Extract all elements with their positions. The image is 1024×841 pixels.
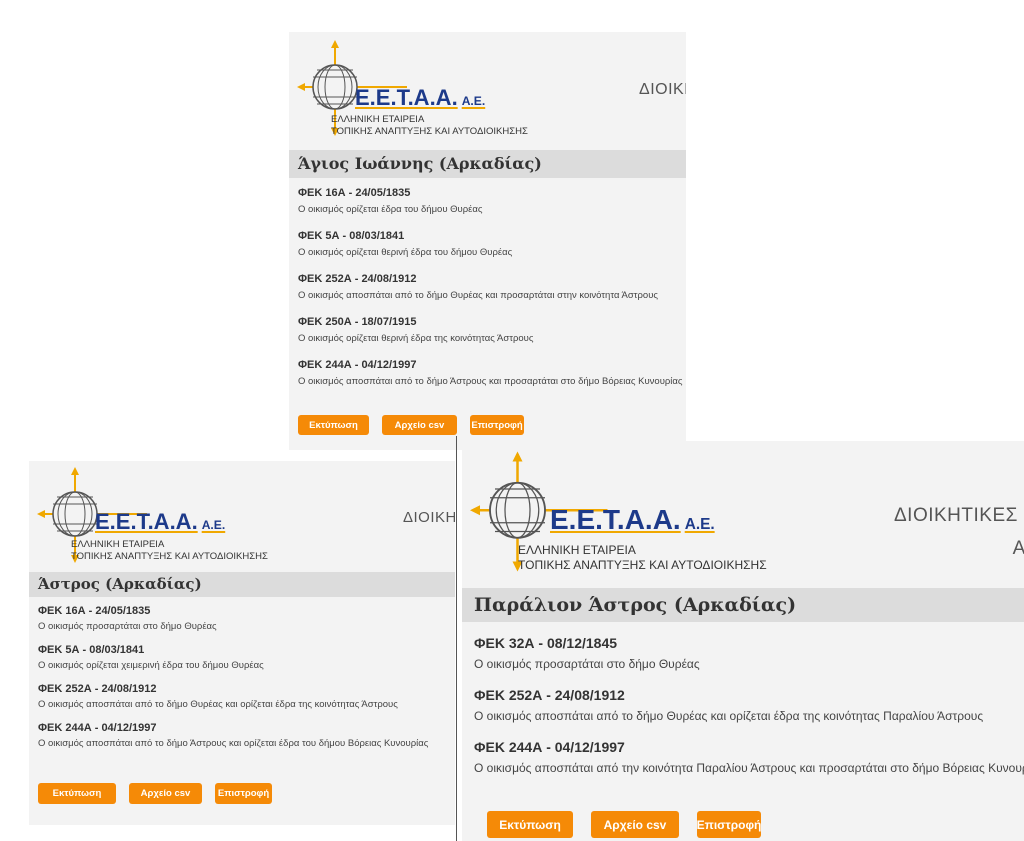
list-item: ΦΕΚ 252Α - 24/08/1912 Ο οικισμός αποσπάτ…	[474, 686, 1024, 724]
entry-description: Ο οικισμός ορίζεται θερινή έδρα της κοιν…	[298, 333, 534, 344]
entry-title: ΦΕΚ 16Α - 24/05/1835	[38, 605, 151, 617]
entry-description: Ο οικισμός προσαρτάται στο δήμο Θυρέας	[474, 657, 700, 671]
entry-list: ΦΕΚ 16Α - 24/05/1835 Ο οικισμός προσαρτά…	[29, 604, 455, 760]
place-title: Άγιος Ιωάννης (Αρκαδίας)	[289, 150, 686, 178]
entry-title: ΦΕΚ 244Α - 04/12/1997	[474, 739, 625, 755]
entry-description: Ο οικισμός προσαρτάται στο δήμο Θυρέας	[38, 621, 217, 632]
list-item: ΦΕΚ 32Α - 08/12/1845 Ο οικισμός προσαρτά…	[474, 634, 1024, 672]
logo-brand: E.E.T.A.A. A.E.	[355, 85, 486, 110]
entry-title: ΦΕΚ 5Α - 08/03/1841	[298, 230, 405, 242]
place-title: Άστρος (Αρκαδίας)	[29, 572, 455, 597]
panel-astros: E.E.T.A.A. A.E. ΕΛΛΗΝΙΚΗ ΕΤΑΙΡΕΙΑ ΤΟΠΙΚΗΣ…	[29, 461, 455, 825]
list-item: ΦΕΚ 244Α - 04/12/1997 Ο οικισμός αποσπάτ…	[38, 721, 455, 750]
list-item: ΦΕΚ 244Α - 04/12/1997 Ο οικισμός αποσπάτ…	[474, 738, 1024, 776]
eetaa-logo: E.E.T.A.A. A.E. ΕΛΛΗΝΙΚΗ ΕΤΑΙΡΕΙΑ ΤΟΠΙΚΗΣ…	[470, 449, 790, 579]
entry-title: ΦΕΚ 252Α - 24/08/1912	[38, 683, 157, 695]
entry-description: Ο οικισμός αποσπάται από το δήμο Θυρέας …	[38, 699, 398, 710]
panel-agios-ioannis: E.E.T.A.A. A.E. ΕΛΛΗΝΙΚΗ ΕΤΑΙΡΕΙΑ ΤΟΠΙΚΗΣ…	[289, 32, 686, 450]
button-bar: Εκτύπωση Αρχείο csv Επιστροφή	[298, 415, 537, 435]
entry-list: ΦΕΚ 16Α - 24/05/1835 Ο οικισμός ορίζεται…	[289, 186, 686, 401]
list-item: ΦΕΚ 252Α - 24/08/1912 Ο οικισμός αποσπάτ…	[298, 272, 686, 303]
entry-description: Ο οικισμός αποσπάται από το δήμο Θυρέας …	[474, 709, 984, 723]
place-title: Παράλιον Άστρος (Αρκαδίας)	[462, 588, 1024, 622]
entry-description: Ο οικισμός αποσπάται από το δήμο Θυρέας …	[298, 290, 658, 301]
entry-description: Ο οικισμός ορίζεται θερινή έδρα του δήμο…	[298, 247, 513, 258]
print-button[interactable]: Εκτύπωση	[38, 783, 116, 804]
eetaa-logo: E.E.T.A.A. A.E. ΕΛΛΗΝΙΚΗ ΕΤΑΙΡΕΙΑ ΤΟΠΙΚΗΣ…	[37, 467, 297, 567]
entry-list: ΦΕΚ 32Α - 08/12/1845 Ο οικισμός προσαρτά…	[462, 634, 1024, 790]
csv-button[interactable]: Αρχείο csv	[591, 811, 679, 838]
entry-description: Ο οικισμός αποσπάται από την κοινότητα Π…	[474, 761, 1024, 775]
list-item: ΦΕΚ 5Α - 08/03/1841 Ο οικισμός ορίζεται …	[298, 229, 686, 260]
logo-subtitle: ΕΛΛΗΝΙΚΗ ΕΤΑΙΡΕΙΑ ΤΟΠΙΚΗΣ ΑΝΑΠΤΥΞΗΣ ΚΑΙ …	[331, 114, 528, 137]
list-item: ΦΕΚ 244Α - 04/12/1997 Ο οικισμός αποσπάτ…	[298, 358, 686, 389]
logo-brand: E.E.T.A.A. A.E.	[95, 509, 226, 534]
back-button[interactable]: Επιστροφή	[215, 783, 272, 804]
entry-title: ΦΕΚ 16Α - 24/05/1835	[298, 187, 411, 199]
logo-subtitle: ΕΛΛΗΝΙΚΗ ΕΤΑΙΡΕΙΑ ΤΟΠΙΚΗΣ ΑΝΑΠΤΥΞΗΣ ΚΑΙ …	[518, 543, 767, 572]
csv-button[interactable]: Αρχείο csv	[129, 783, 202, 804]
entry-title: ΦΕΚ 5Α - 08/03/1841	[38, 644, 145, 656]
list-item: ΦΕΚ 16Α - 24/05/1835 Ο οικισμός ορίζεται…	[298, 186, 686, 217]
header-title: ΔΙΟΙΚΗΤΙΚΕΣ Μ ΑΝ	[893, 505, 1024, 559]
entry-title: ΦΕΚ 252Α - 24/08/1912	[474, 687, 625, 703]
csv-button[interactable]: Αρχείο csv	[382, 415, 457, 435]
entry-description: Ο οικισμός αποσπάται από το δήμο Άστρους…	[38, 738, 429, 749]
entry-description: Ο οικισμός αποσπάται από το δήμο Άστρους…	[298, 376, 683, 387]
entry-title: ΦΕΚ 252Α - 24/08/1912	[298, 273, 417, 285]
entry-title: ΦΕΚ 244Α - 04/12/1997	[38, 722, 157, 734]
entry-title: ΦΕΚ 250Α - 18/07/1915	[298, 316, 417, 328]
list-item: ΦΕΚ 252Α - 24/08/1912 Ο οικισμός αποσπάτ…	[38, 682, 455, 711]
header-title: ΔΙΟΙΚΗ	[403, 509, 455, 526]
list-item: ΦΕΚ 16Α - 24/05/1835 Ο οικισμός προσαρτά…	[38, 604, 455, 633]
header-title: ΔΙΟΙΚΗ	[639, 81, 686, 98]
button-bar: Εκτύπωση Αρχείο csv Επιστροφή	[487, 811, 779, 838]
back-button[interactable]: Επιστροφή	[470, 415, 524, 435]
print-button[interactable]: Εκτύπωση	[487, 811, 573, 838]
button-bar: Εκτύπωση Αρχείο csv Επιστροφή	[38, 783, 285, 804]
eetaa-logo: E.E.T.A.A. A.E. ΕΛΛΗΝΙΚΗ ΕΤΑΙΡΕΙΑ ΤΟΠΙΚΗΣ…	[297, 40, 557, 140]
entry-title: ΦΕΚ 244Α - 04/12/1997	[298, 359, 417, 371]
logo-subtitle: ΕΛΛΗΝΙΚΗ ΕΤΑΙΡΕΙΑ ΤΟΠΙΚΗΣ ΑΝΑΠΤΥΞΗΣ ΚΑΙ …	[71, 539, 268, 562]
panel-paralion-astros: E.E.T.A.A. A.E. ΕΛΛΗΝΙΚΗ ΕΤΑΙΡΕΙΑ ΤΟΠΙΚΗΣ…	[462, 441, 1024, 841]
entry-title: ΦΕΚ 32Α - 08/12/1845	[474, 635, 618, 651]
divider	[456, 436, 457, 841]
entry-description: Ο οικισμός ορίζεται έδρα του δήμου Θυρέα…	[298, 204, 483, 215]
back-button[interactable]: Επιστροφή	[697, 811, 761, 838]
entry-description: Ο οικισμός ορίζεται χειμερινή έδρα του δ…	[38, 660, 264, 671]
list-item: ΦΕΚ 250Α - 18/07/1915 Ο οικισμός ορίζετα…	[298, 315, 686, 346]
logo-brand: E.E.T.A.A. A.E.	[550, 504, 715, 535]
list-item: ΦΕΚ 5Α - 08/03/1841 Ο οικισμός ορίζεται …	[38, 643, 455, 672]
print-button[interactable]: Εκτύπωση	[298, 415, 369, 435]
